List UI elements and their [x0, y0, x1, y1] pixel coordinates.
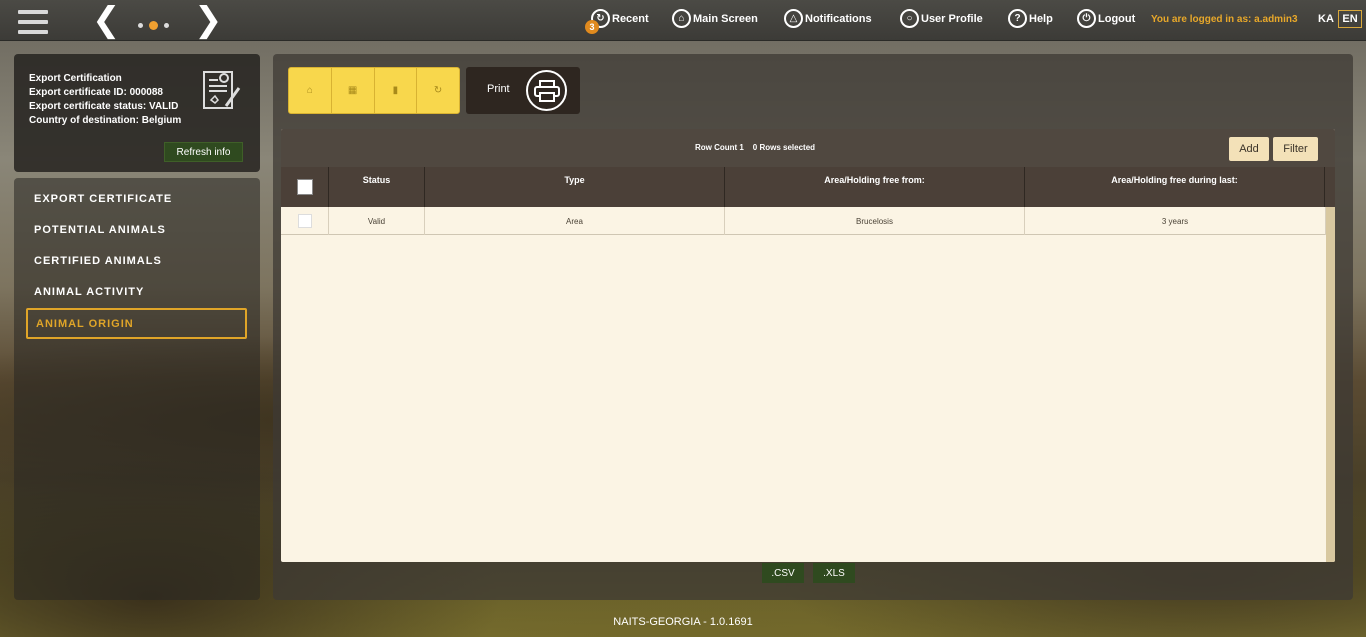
notifications-button[interactable]: △ Notifications [784, 9, 872, 28]
select-all-checkbox[interactable] [296, 179, 313, 195]
info-destination: Country of destination: Belgium [29, 115, 182, 126]
print-label: Print [487, 83, 510, 95]
table-row[interactable]: Valid Area Brucelosis 3 years [281, 207, 1326, 235]
select-all-cell [281, 167, 329, 207]
column-header-free-during[interactable]: Area/Holding free during last: [1025, 167, 1325, 207]
action-toolbar: ⌂ ▦ ▮ ↻ [288, 67, 460, 114]
nav-animal-activity[interactable]: ANIMAL ACTIVITY [26, 276, 247, 307]
logged-in-user: You are logged in as: a.admin3 [1151, 14, 1298, 25]
info-cert-status: Export certificate status: VALID [29, 101, 179, 112]
column-header-status[interactable]: Status [329, 167, 425, 207]
footer-version: NAITS-GEORGIA - 1.0.1691 [613, 616, 753, 628]
refresh-info-button[interactable]: Refresh info [164, 142, 243, 162]
side-navigation: EXPORT CERTIFICATE POTENTIAL ANIMALS CER… [14, 178, 260, 600]
grid-action-button[interactable]: ▦ [332, 68, 375, 113]
language-ka[interactable]: KA [1318, 13, 1334, 25]
info-title: Export Certification [29, 73, 122, 84]
grid-scrollbar[interactable] [1326, 207, 1335, 562]
home-icon: ⌂ [306, 85, 313, 96]
help-button[interactable]: ? Help [1008, 9, 1053, 28]
user-icon: ○ [900, 9, 919, 28]
row-checkbox[interactable] [297, 214, 312, 228]
data-grid: Row Count 1 0 Rows selected Add Filter S… [281, 129, 1335, 562]
recent-badge: 3 [585, 20, 599, 34]
refresh-action-button[interactable]: ↻ [417, 68, 459, 113]
grid-icon: ▦ [347, 85, 358, 96]
nav-export-certificate[interactable]: EXPORT CERTIFICATE [26, 183, 247, 214]
certificate-info: Export Certification Export certificate … [29, 72, 181, 128]
add-button[interactable]: Add [1229, 137, 1269, 161]
grid-header: Status Type Area/Holding free from: Area… [281, 167, 1335, 207]
main-panel: ⌂ ▦ ▮ ↻ Print Row Count 1 0 Rows selecte… [273, 54, 1353, 600]
main-screen-button[interactable]: ⌂ Main Screen [672, 9, 758, 28]
home-icon: ⌂ [672, 9, 691, 28]
export-csv-button[interactable]: .CSV [762, 563, 804, 583]
recent-button[interactable]: ↻ 3 Recent [585, 9, 649, 34]
bookmark-action-button[interactable]: ▮ [375, 68, 418, 113]
notifications-label: Notifications [805, 12, 872, 25]
user-profile-button[interactable]: ○ User Profile [900, 9, 983, 28]
top-bar: ❮ ❯ ↻ 3 Recent ⌂ Main Screen △ Notificati… [0, 0, 1366, 41]
row-count: Row Count 1 0 Rows selected [695, 143, 815, 152]
refresh-icon: ↻ [433, 85, 443, 96]
home-action-button[interactable]: ⌂ [289, 68, 332, 113]
column-header-free-from[interactable]: Area/Holding free from: [725, 167, 1025, 207]
recent-label: Recent [612, 12, 649, 25]
forward-arrow-icon[interactable]: ❯ [194, 3, 223, 37]
logout-button[interactable]: ⏻ Logout [1077, 9, 1135, 28]
back-arrow-icon[interactable]: ❮ [92, 3, 121, 37]
certificate-icon [203, 71, 241, 109]
history-dots [138, 21, 169, 30]
cell-free-from: Brucelosis [725, 207, 1025, 235]
export-xls-button[interactable]: .XLS [813, 563, 855, 583]
rows-selected-label: 0 Rows selected [752, 143, 816, 152]
help-icon: ? [1008, 9, 1027, 28]
language-en[interactable]: EN [1338, 10, 1362, 28]
bell-icon: △ [784, 9, 803, 28]
grid-toolbar: Row Count 1 0 Rows selected Add Filter [281, 129, 1335, 167]
cell-type: Area [425, 207, 725, 235]
user-profile-label: User Profile [921, 12, 983, 25]
cell-free-during: 3 years [1025, 207, 1326, 235]
filter-button[interactable]: Filter [1273, 137, 1318, 161]
bookmark-icon: ▮ [392, 85, 399, 96]
row-count-label: Row Count 1 [695, 143, 744, 152]
info-cert-id: Export certificate ID: 000088 [29, 87, 163, 98]
hamburger-menu-icon[interactable] [18, 10, 48, 34]
nav-animal-origin[interactable]: ANIMAL ORIGIN [26, 308, 247, 339]
power-icon: ⏻ [1077, 9, 1096, 28]
print-button[interactable]: Print [466, 67, 580, 114]
printer-icon [526, 70, 567, 111]
certificate-info-panel: Export Certification Export certificate … [14, 54, 260, 172]
main-screen-label: Main Screen [693, 12, 758, 25]
help-label: Help [1029, 12, 1053, 25]
column-header-type[interactable]: Type [425, 167, 725, 207]
nav-certified-animals[interactable]: CERTIFIED ANIMALS [26, 245, 247, 276]
cell-status: Valid [329, 207, 425, 235]
row-select-cell [281, 207, 329, 235]
logout-label: Logout [1098, 12, 1136, 25]
nav-potential-animals[interactable]: POTENTIAL ANIMALS [26, 214, 247, 245]
recent-icon: ↻ 3 [585, 9, 610, 34]
